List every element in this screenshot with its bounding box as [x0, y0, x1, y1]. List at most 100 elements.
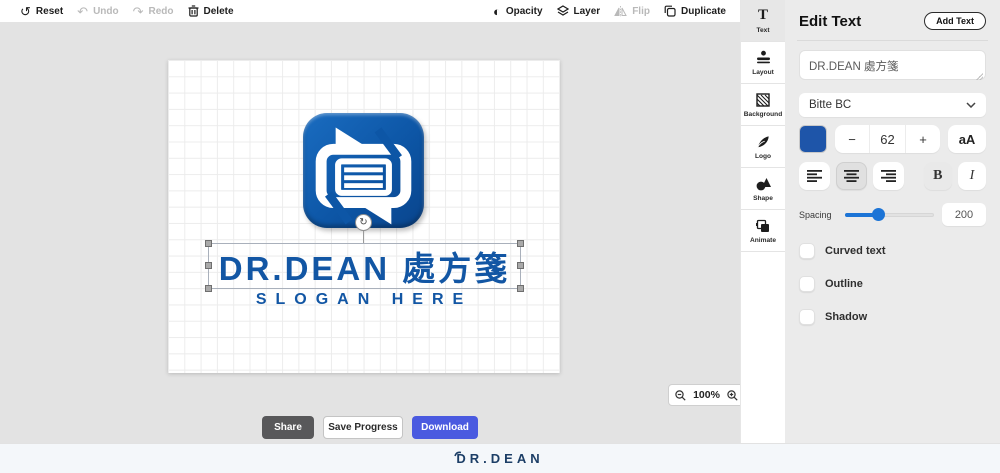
top-toolbar: ↺ Reset ↶ Undo ↷ Redo Delete ◐ Opacity L…	[0, 0, 740, 23]
text-tool-icon: T	[757, 7, 768, 23]
panel-title: Edit Text	[799, 12, 862, 30]
align-right-button[interactable]	[873, 162, 905, 190]
logo-tool-label: Logo	[754, 152, 772, 160]
animate-label: Animate	[749, 236, 776, 244]
add-text-button[interactable]: Add Text	[924, 12, 986, 30]
textarea-resize-grip[interactable]	[976, 73, 983, 80]
layout-label: Layout	[752, 68, 774, 76]
bold-button[interactable]: B	[923, 162, 952, 190]
text-content-input[interactable]: DR.DEAN 處方箋	[799, 50, 986, 80]
curved-text-option: Curved text	[799, 243, 986, 259]
flip-icon	[614, 5, 628, 17]
logo-title-text[interactable]: DR.DEAN 處方箋	[219, 242, 511, 290]
footer-brand-text: DR.DEAN	[456, 451, 544, 466]
duplicate-label: Duplicate	[680, 5, 726, 17]
share-button[interactable]: Share	[262, 416, 314, 439]
align-right-icon	[880, 170, 896, 182]
italic-button[interactable]: I	[957, 162, 987, 190]
curved-text-label: Curved text	[825, 245, 886, 257]
outline-checkbox[interactable]	[799, 276, 815, 292]
redo-label: Redo	[148, 5, 174, 17]
canvas-workspace: ↻ DR.DEAN 處方箋 SLOGAN HERE 100% Share Sav…	[0, 24, 745, 443]
logo-slogan-text[interactable]: SLOGAN HERE	[168, 291, 560, 309]
sidebar-item-text[interactable]: T Text	[741, 0, 785, 42]
shape-icon	[756, 176, 771, 192]
chevron-down-icon	[966, 99, 976, 111]
layout-icon	[756, 50, 771, 66]
selection-handle-mid-right[interactable]	[517, 262, 524, 269]
text-selection-box[interactable]: DR.DEAN 處方箋	[205, 240, 524, 292]
design-artboard[interactable]: ↻ DR.DEAN 處方箋 SLOGAN HERE	[168, 60, 560, 373]
edit-text-panel: Edit Text Add Text DR.DEAN 處方箋 Bitte BC …	[785, 0, 1000, 443]
reset-button[interactable]: ↺ Reset	[20, 5, 63, 18]
spacing-value-input[interactable]: 200	[942, 203, 986, 226]
tool-strip: T Text Layout Background Logo Shape Anim…	[740, 0, 785, 443]
outline-option: Outline	[799, 276, 986, 292]
align-center-button[interactable]	[836, 162, 868, 190]
selection-handle-mid-left[interactable]	[205, 262, 212, 269]
footer-brand-logo: DR.DEAN	[454, 451, 544, 466]
undo-icon: ↶	[77, 3, 89, 19]
flip-label: Flip	[632, 5, 650, 17]
toolbar-left-group: ↺ Reset ↶ Undo ↷ Redo Delete	[20, 5, 234, 18]
shadow-label: Shadow	[825, 311, 868, 323]
rotate-handle[interactable]: ↻	[355, 214, 372, 231]
layer-button[interactable]: Layer	[556, 5, 601, 17]
reset-icon: ↺	[20, 3, 31, 19]
opacity-label: Opacity	[505, 5, 543, 17]
spacing-slider-thumb[interactable]	[871, 208, 885, 221]
zoom-in-icon[interactable]	[727, 389, 738, 401]
reset-label: Reset	[35, 5, 64, 17]
selection-handle-top-right[interactable]	[517, 240, 524, 247]
animate-icon	[756, 218, 770, 234]
save-progress-button[interactable]: Save Progress	[323, 416, 403, 439]
opacity-button[interactable]: ◐ Opacity	[493, 5, 543, 18]
duplicate-icon	[664, 5, 676, 17]
text-tool-label: Text	[756, 26, 770, 34]
spacing-label: Spacing	[799, 209, 832, 220]
shape-label: Shape	[753, 194, 773, 202]
zoom-value: 100%	[693, 389, 720, 401]
font-family-value: Bitte BC	[809, 99, 852, 111]
layers-icon	[556, 5, 569, 17]
toolbar-right-group: ◐ Opacity Layer Flip Duplicate	[493, 5, 726, 18]
align-center-icon	[843, 170, 859, 182]
redo-icon: ↷	[132, 3, 144, 19]
redo-button[interactable]: ↷ Redo	[133, 5, 174, 18]
sidebar-item-shape[interactable]: Shape	[741, 168, 785, 210]
selection-handle-top-left[interactable]	[205, 240, 212, 247]
trash-icon	[188, 5, 199, 17]
duplicate-button[interactable]: Duplicate	[664, 5, 726, 17]
brand-swoosh-icon	[454, 445, 462, 460]
zoom-control: 100%	[668, 384, 745, 406]
delete-button[interactable]: Delete	[188, 5, 234, 17]
sidebar-item-logo[interactable]: Logo	[741, 126, 785, 168]
layer-label: Layer	[573, 5, 601, 17]
sidebar-item-layout[interactable]: Layout	[741, 42, 785, 84]
font-family-select[interactable]: Bitte BC	[799, 93, 986, 117]
sidebar-item-animate[interactable]: Animate	[741, 210, 785, 252]
letter-case-button[interactable]: aA	[948, 125, 986, 153]
font-color-swatch[interactable]	[799, 125, 827, 153]
flip-button[interactable]: Flip	[614, 5, 650, 17]
delete-label: Delete	[203, 5, 234, 17]
shadow-option: Shadow	[799, 309, 986, 325]
font-size-stepper: − 62 +	[835, 125, 940, 153]
spacing-slider[interactable]	[845, 208, 934, 221]
background-icon	[756, 92, 770, 108]
opacity-icon: ◐	[492, 3, 501, 19]
sidebar-item-background[interactable]: Background	[741, 84, 785, 126]
curved-text-checkbox[interactable]	[799, 243, 815, 259]
logo-mark[interactable]	[303, 113, 424, 228]
outline-label: Outline	[825, 278, 863, 290]
shadow-checkbox[interactable]	[799, 309, 815, 325]
logo-tool-icon	[756, 134, 770, 150]
font-size-decrease-button[interactable]: −	[835, 125, 869, 153]
undo-button[interactable]: ↶ Undo	[77, 5, 118, 18]
align-left-button[interactable]	[799, 162, 830, 190]
zoom-out-icon[interactable]	[675, 389, 686, 401]
app-footer: DR.DEAN	[0, 443, 1000, 473]
download-button[interactable]: Download	[412, 416, 478, 439]
font-size-increase-button[interactable]: +	[906, 125, 940, 153]
font-size-value: 62	[869, 125, 906, 153]
